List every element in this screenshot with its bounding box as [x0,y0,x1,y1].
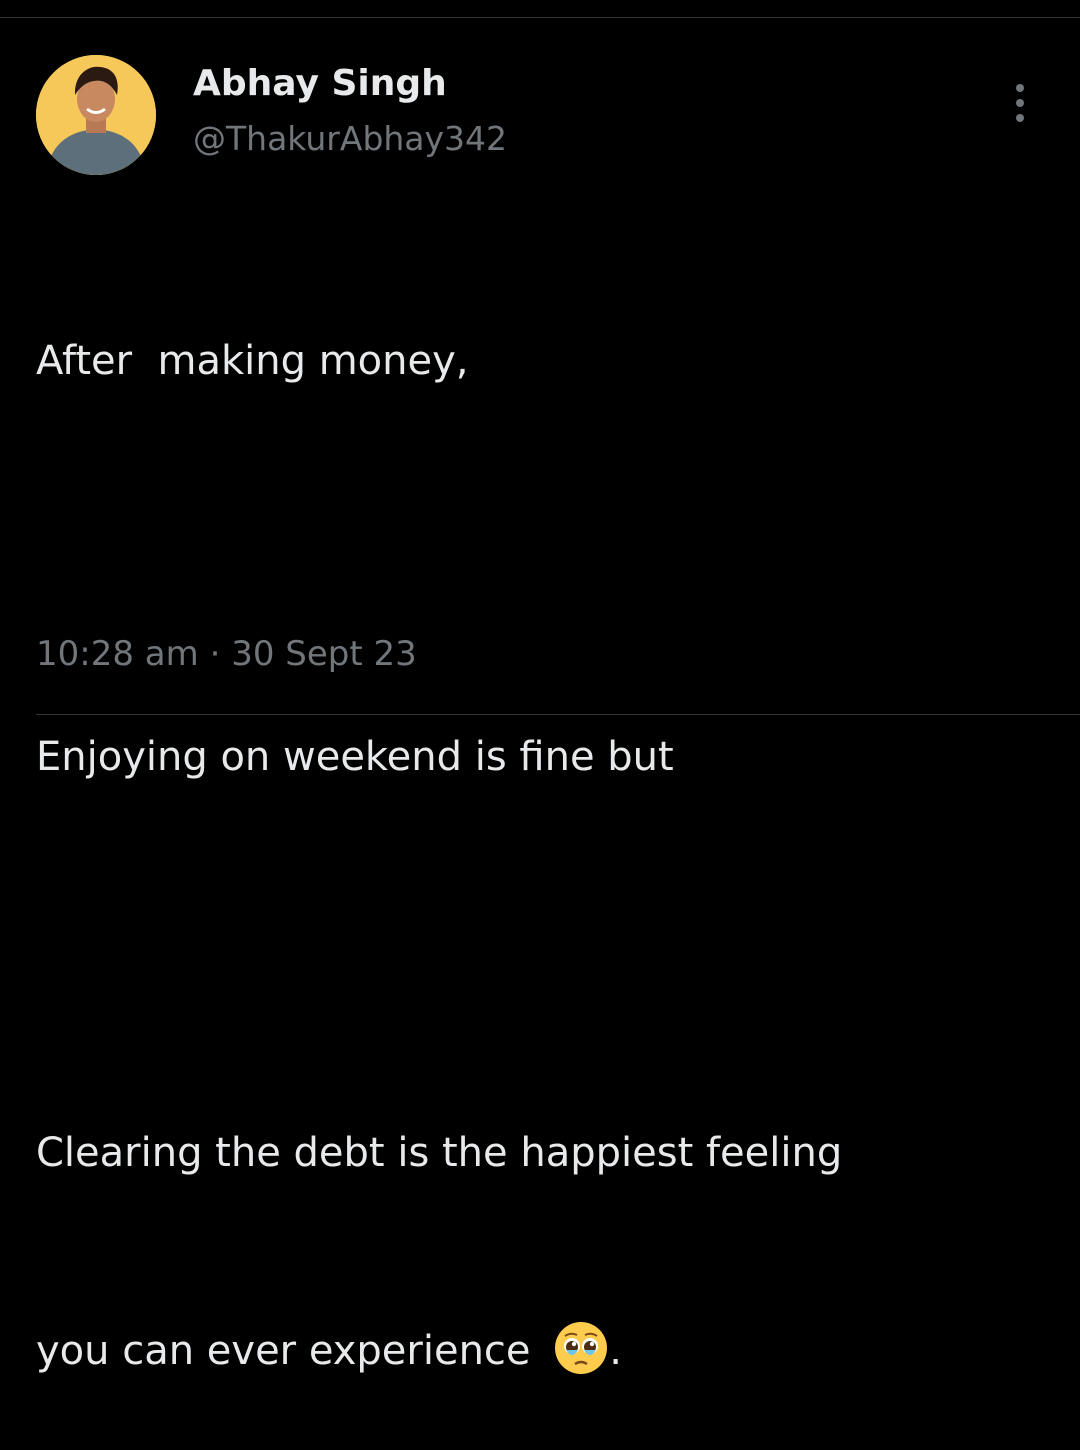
more-options-button[interactable] [1004,82,1036,124]
more-vertical-icon-dot [1016,99,1024,107]
timestamp-separator: · [209,634,221,674]
tweet-line-last: you can ever experience . [36,1318,1056,1384]
more-vertical-icon-dot [1016,114,1024,122]
author-name[interactable]: Abhay Singh [193,62,447,106]
tweet-text: After making money, Enjoying on weekend … [36,196,1056,1450]
avatar[interactable] [36,55,156,175]
tweet-date: 30 Sept 23 [231,634,417,674]
avatar-photo [36,55,156,175]
tweet-line: Clearing the debt is the happiest feelin… [36,1130,843,1176]
more-vertical-icon [1016,84,1024,92]
tweet-timestamp[interactable]: 10:28 am · 30 Sept 23 [36,630,417,678]
tweet-line: Enjoying on weekend is fine but [36,734,674,780]
pleading-face-emoji-icon [553,1320,609,1376]
tweet-line: After making money, [36,338,469,384]
author-handle[interactable]: @ThakurAbhay342 [193,117,507,161]
tweet-line-text: you can ever experience [36,1328,544,1374]
top-divider [0,17,1080,18]
bottom-divider [36,714,1080,715]
tweet-trailing-punct: . [609,1328,622,1374]
tweet-time: 10:28 am [36,634,199,674]
